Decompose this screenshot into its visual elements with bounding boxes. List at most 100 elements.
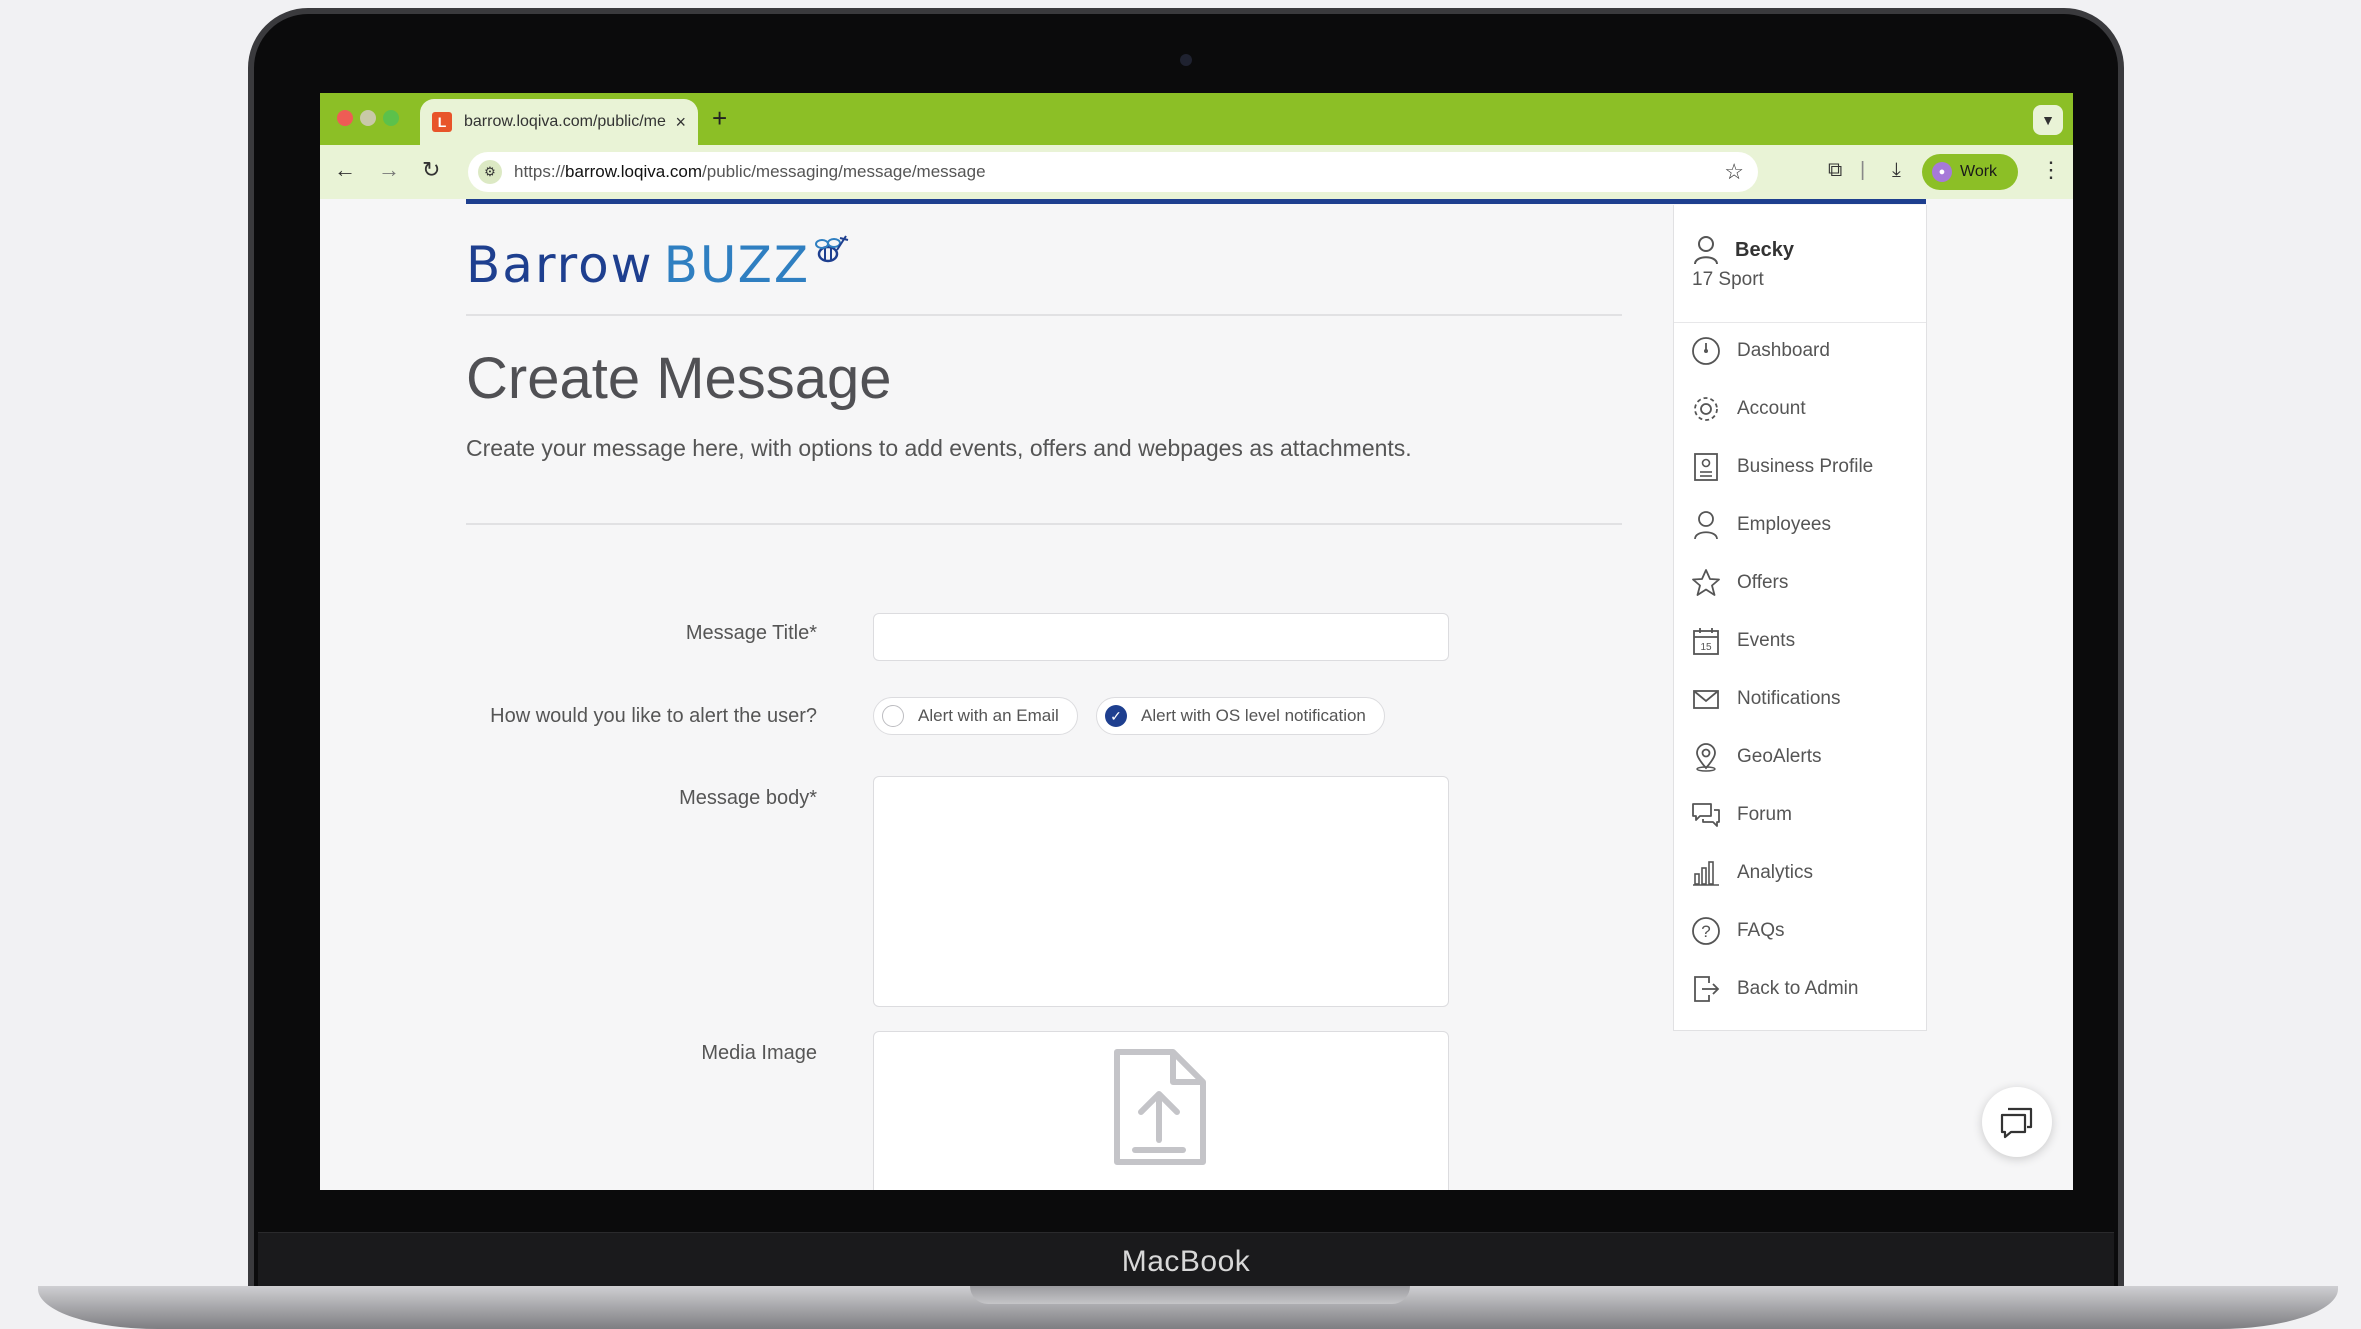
page-title: Create Message xyxy=(466,346,892,411)
bar-chart-icon xyxy=(1693,861,1719,886)
sidebar-item-label: Analytics xyxy=(1737,862,1814,883)
chat-bubbles-icon xyxy=(1692,803,1720,827)
gear-icon xyxy=(1694,397,1718,421)
profile-label: Work xyxy=(1960,163,1998,180)
message-body-label: Message body* xyxy=(679,787,817,809)
bee-icon xyxy=(815,235,849,263)
favicon-icon: L xyxy=(432,112,452,132)
sidebar-item-label: FAQs xyxy=(1737,920,1785,941)
section-divider xyxy=(466,523,1622,525)
sidebar-item-faqs[interactable]: ? FAQs xyxy=(1674,902,1926,960)
tab-title: barrow.loqiva.com/public/me xyxy=(464,113,666,130)
chevron-down-icon: ▼ xyxy=(2041,112,2055,128)
bookmark-star-icon[interactable]: ☆ xyxy=(1724,159,1744,185)
media-image-dropzone[interactable] xyxy=(873,1031,1449,1190)
sidebar-item-offers[interactable]: Offers xyxy=(1674,554,1926,612)
user-block: Becky 17 Sport xyxy=(1674,205,1926,323)
dashboard-icon xyxy=(1692,337,1720,365)
sidebar-item-label: Business Profile xyxy=(1737,456,1874,477)
alert-email-radio[interactable] xyxy=(882,705,904,727)
download-icon[interactable]: ⤓ xyxy=(1892,159,1901,182)
alert-os-option[interactable]: ✓ Alert with OS level notification xyxy=(1096,697,1385,735)
address-bar[interactable]: ⚙ https://barrow.loqiva.com/public/messa… xyxy=(468,152,1758,192)
sidebar-item-label: Forum xyxy=(1737,804,1792,825)
sidebar-item-geoalerts[interactable]: GeoAlerts xyxy=(1674,728,1926,786)
alert-email-label: Alert with an Email xyxy=(918,706,1059,725)
message-title-input[interactable] xyxy=(873,613,1449,661)
person-icon xyxy=(1694,236,1718,265)
question-icon: ? xyxy=(1692,917,1720,945)
device-brand: MacBook xyxy=(1121,1245,1251,1278)
page-content: Barrow BUZZ Create Message Create your m… xyxy=(320,199,2073,1190)
tab-search-button[interactable]: ▼ xyxy=(2033,105,2063,135)
logo-part-buzz: BUZZ xyxy=(663,236,811,294)
sidebar-item-forum[interactable]: Forum xyxy=(1674,786,1926,844)
profile-button[interactable]: ● Work xyxy=(1922,154,2018,190)
forward-arrow-icon[interactable]: → xyxy=(378,157,400,183)
sidebar-item-business-profile[interactable]: Business Profile xyxy=(1674,438,1926,496)
site-settings-icon[interactable]: ⚙ xyxy=(478,160,502,184)
url-text[interactable]: https://barrow.loqiva.com/public/messagi… xyxy=(514,162,1724,182)
message-title-label: Message Title* xyxy=(685,622,817,644)
laptop-notch xyxy=(970,1286,1410,1304)
sidebar-item-label: Dashboard xyxy=(1737,340,1830,361)
sidebar-item-label: Notifications xyxy=(1737,688,1841,709)
sidebar-item-label: Back to Admin xyxy=(1737,978,1859,999)
star-icon xyxy=(1692,569,1720,596)
screen: L barrow.loqiva.com/public/me × + ▼ ← → … xyxy=(320,93,2073,1190)
sidebar: Becky 17 Sport Dashboard Account Busines… xyxy=(1673,205,1927,1031)
calendar-icon: 15 xyxy=(1693,628,1719,655)
profile-avatar-icon: ● xyxy=(1932,162,1952,182)
tab-close-icon[interactable]: × xyxy=(675,112,686,133)
logo-part-barrow: Barrow xyxy=(466,236,654,294)
laptop-chin: MacBook xyxy=(258,1232,2114,1294)
sidebar-item-label: Account xyxy=(1737,398,1806,419)
map-pin-icon xyxy=(1696,743,1716,772)
back-arrow-icon[interactable]: ← xyxy=(334,157,356,183)
minimize-window-button[interactable] xyxy=(360,110,376,126)
top-accent-bar xyxy=(466,199,1926,204)
upload-file-icon xyxy=(1114,1049,1206,1165)
exit-icon xyxy=(1694,976,1720,1002)
sidebar-item-account[interactable]: Account xyxy=(1674,380,1926,438)
header-divider xyxy=(466,314,1622,316)
chat-support-button[interactable] xyxy=(1982,1087,2052,1157)
chat-icon xyxy=(2000,1107,2033,1139)
toolbar-divider: | xyxy=(1860,159,1866,181)
maximize-window-button[interactable] xyxy=(383,110,399,126)
sidebar-item-analytics[interactable]: Analytics xyxy=(1674,844,1926,902)
sidebar-item-events[interactable]: 15 Events xyxy=(1674,612,1926,670)
close-window-button[interactable] xyxy=(337,110,353,126)
svg-text:?: ? xyxy=(1701,922,1710,941)
alert-email-option[interactable]: Alert with an Email xyxy=(873,697,1078,735)
page-subtitle: Create your message here, with options t… xyxy=(466,435,1412,461)
reload-icon[interactable]: ↻ xyxy=(422,157,440,183)
svg-text:15: 15 xyxy=(1700,642,1712,653)
tab-bar: L barrow.loqiva.com/public/me × + ▼ xyxy=(320,93,2073,145)
message-body-textarea[interactable] xyxy=(873,776,1449,1007)
sidebar-item-label: Employees xyxy=(1737,514,1831,535)
user-name: Becky xyxy=(1735,239,1794,261)
browser-menu-icon[interactable]: ⋮ xyxy=(2040,157,2062,183)
profile-card-icon xyxy=(1694,453,1718,481)
sidebar-item-employees[interactable]: Employees xyxy=(1674,496,1926,554)
sidebar-item-dashboard[interactable]: Dashboard xyxy=(1674,322,1926,380)
person-icon xyxy=(1694,511,1718,540)
sidebar-item-notifications[interactable]: Notifications xyxy=(1674,670,1926,728)
extensions-icon[interactable]: ⧉ xyxy=(1828,159,1842,182)
user-organization: 17 Sport xyxy=(1692,269,1764,290)
sidebar-item-label: GeoAlerts xyxy=(1737,746,1822,767)
sidebar-item-label: Events xyxy=(1737,630,1796,651)
alert-os-label: Alert with OS level notification xyxy=(1141,706,1366,725)
browser-tab[interactable]: L barrow.loqiva.com/public/me × xyxy=(420,99,698,145)
envelope-icon xyxy=(1693,690,1719,709)
sidebar-item-back-to-admin[interactable]: Back to Admin xyxy=(1674,960,1926,1018)
browser-toolbar: ← → ↻ ⚙ https://barrow.loqiva.com/public… xyxy=(320,145,2073,199)
alert-os-radio-checkmark-icon[interactable]: ✓ xyxy=(1105,705,1127,727)
sidebar-item-label: Offers xyxy=(1737,572,1789,593)
barrow-buzz-logo[interactable]: Barrow BUZZ xyxy=(466,224,850,294)
camera xyxy=(1180,54,1192,66)
alert-method-label: How would you like to alert the user? xyxy=(490,705,817,727)
new-tab-button[interactable]: + xyxy=(712,103,727,134)
media-image-label: Media Image xyxy=(701,1042,817,1064)
